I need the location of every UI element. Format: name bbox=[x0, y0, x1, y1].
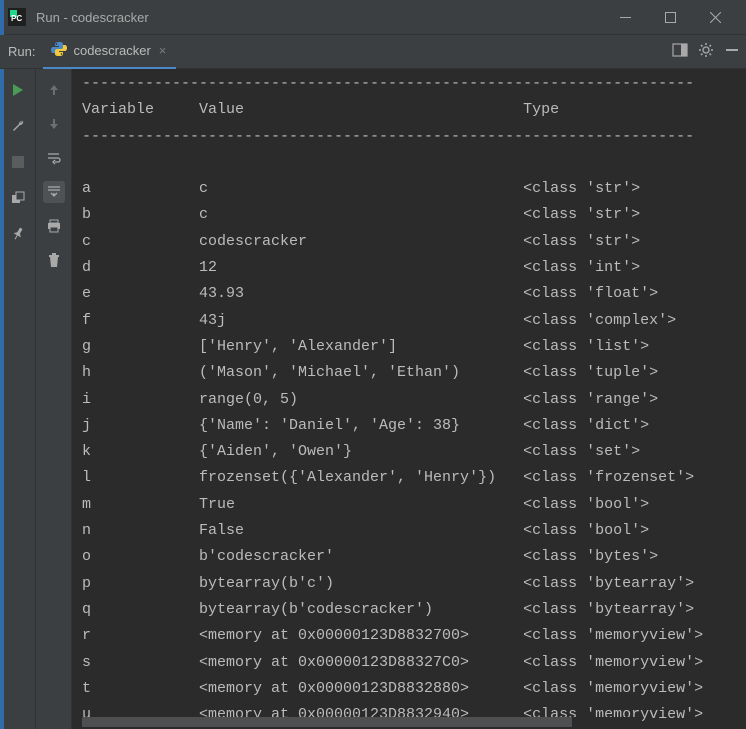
console-output[interactable]: ----------------------------------------… bbox=[72, 69, 746, 729]
titlebar: PC Run - codescracker bbox=[0, 0, 746, 35]
soft-wrap-icon[interactable] bbox=[43, 147, 65, 169]
console-text: ----------------------------------------… bbox=[72, 69, 746, 728]
python-file-icon bbox=[51, 41, 67, 60]
run-icon[interactable] bbox=[7, 79, 29, 101]
tab-label: codescracker bbox=[73, 43, 150, 58]
content-area: ----------------------------------------… bbox=[0, 69, 746, 729]
arrow-up-icon[interactable] bbox=[43, 79, 65, 101]
minimize-button[interactable] bbox=[603, 0, 648, 35]
layout-settings-icon[interactable] bbox=[672, 42, 688, 61]
maximize-button[interactable] bbox=[648, 0, 693, 35]
horizontal-scrollbar-thumb[interactable] bbox=[82, 717, 572, 727]
pycharm-app-icon: PC bbox=[8, 8, 26, 26]
run-label: Run: bbox=[0, 44, 43, 59]
stop-icon[interactable] bbox=[7, 151, 29, 173]
trash-icon[interactable] bbox=[43, 249, 65, 271]
tab-close-icon[interactable]: × bbox=[157, 43, 169, 58]
console-action-sidebar bbox=[36, 69, 72, 729]
tabbar: Run: codescracker × bbox=[0, 35, 746, 69]
window-active-edge bbox=[0, 0, 4, 729]
tab-codescracker[interactable]: codescracker × bbox=[43, 35, 176, 69]
scroll-to-end-icon[interactable] bbox=[43, 181, 65, 203]
close-button[interactable] bbox=[693, 0, 738, 35]
wrench-icon[interactable] bbox=[7, 115, 29, 137]
tabbar-right-controls bbox=[672, 42, 740, 61]
run-action-sidebar bbox=[0, 69, 36, 729]
print-icon[interactable] bbox=[43, 215, 65, 237]
pin-icon[interactable] bbox=[7, 223, 29, 245]
layout-restore-icon[interactable] bbox=[7, 187, 29, 209]
hide-panel-icon[interactable] bbox=[724, 42, 740, 61]
window-controls bbox=[603, 0, 738, 35]
horizontal-scrollbar[interactable] bbox=[82, 717, 642, 727]
window-title: Run - codescracker bbox=[36, 10, 603, 25]
gear-icon[interactable] bbox=[698, 42, 714, 61]
svg-text:PC: PC bbox=[11, 14, 22, 23]
arrow-down-icon[interactable] bbox=[43, 113, 65, 135]
